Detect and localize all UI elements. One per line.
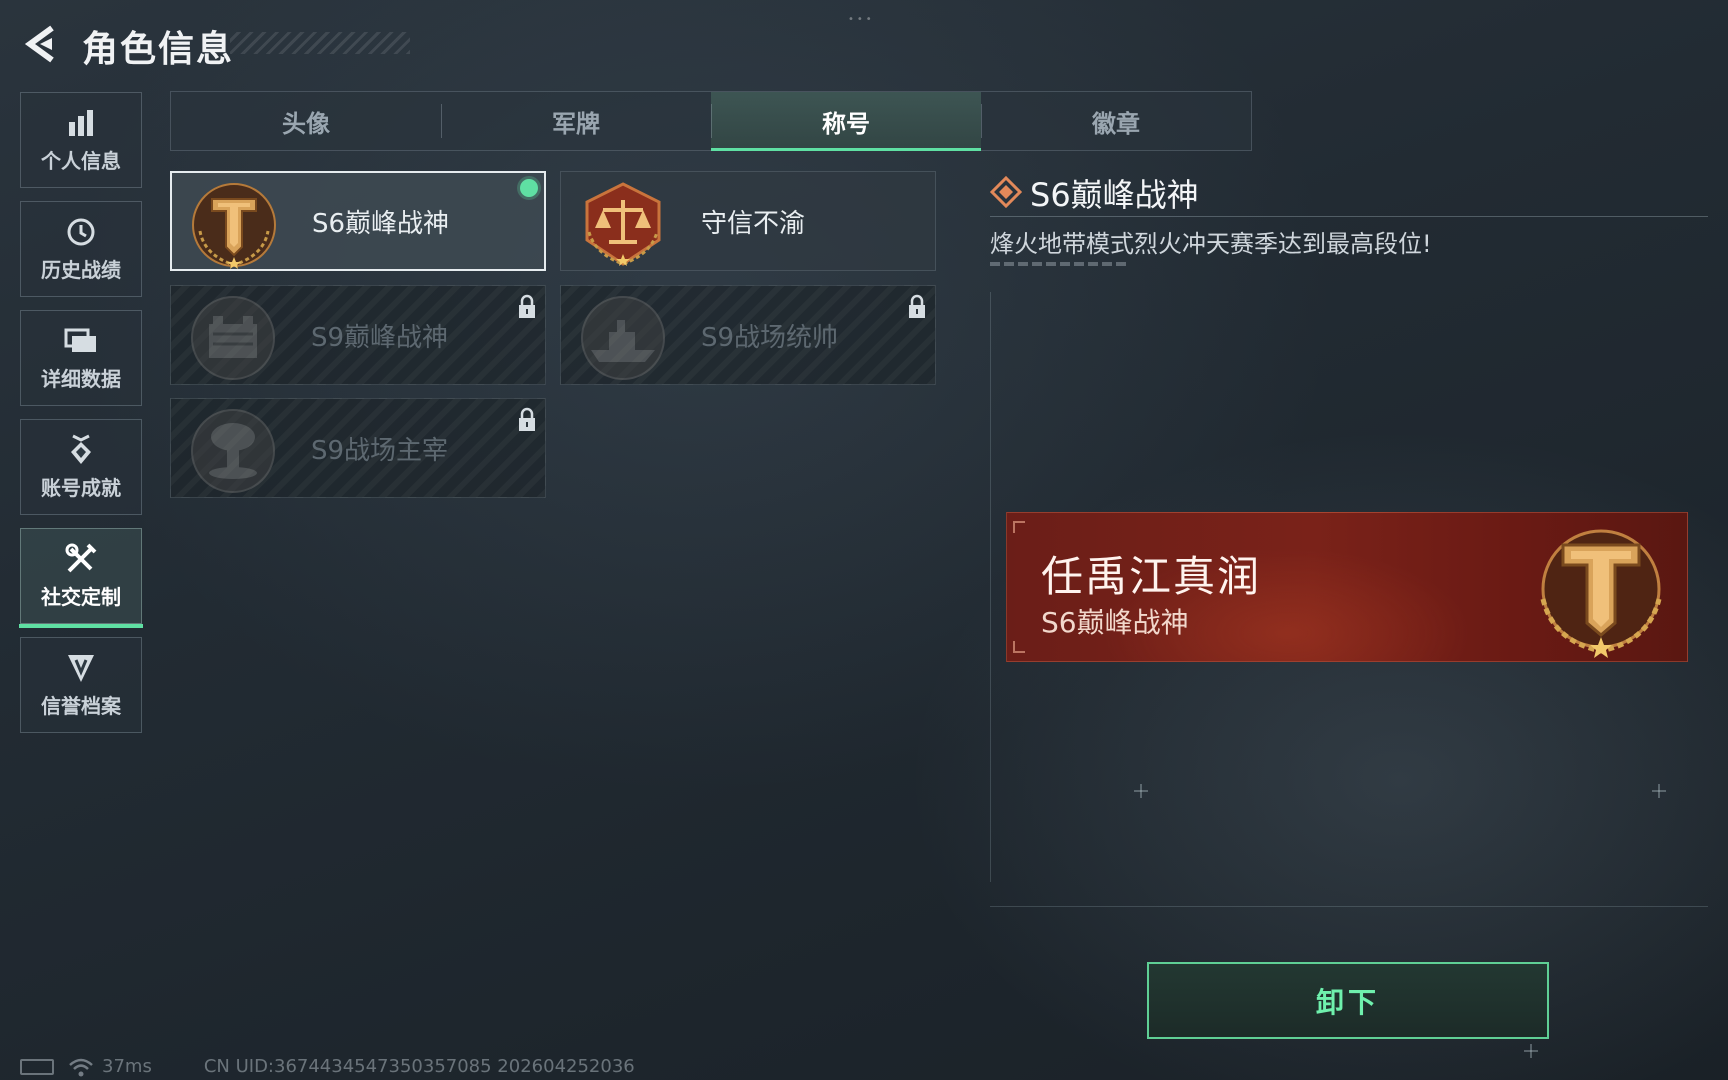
sidebar-nav: 个人信息 历史战绩 详细数据 账号成就 社交定制 信誉档案: [19, 92, 144, 746]
lock-icon: [519, 407, 535, 431]
sidebar-item-label: 信誉档案: [41, 693, 121, 718]
title-card-s9-battlefield-ruler[interactable]: S9战场主宰: [170, 398, 546, 498]
title-card-s6-peak-warrior[interactable]: S6巅峰战神: [170, 171, 546, 271]
detail-title: S6巅峰战神: [1030, 176, 1199, 214]
peak-warrior-emblem-icon: [1540, 529, 1662, 658]
category-tabs: 头像 军牌 称号 徽章: [170, 91, 1252, 151]
preview-frame-left: [990, 292, 991, 882]
diamond-title-icon: [990, 176, 1022, 208]
sidebar-item-achievements[interactable]: 账号成就: [20, 419, 142, 515]
fortress-emblem-icon: [191, 296, 275, 380]
mushroom-cloud-emblem-icon: [191, 409, 275, 493]
sidebar-item-detailed-data[interactable]: 详细数据: [20, 310, 142, 406]
title-card-keep-faith[interactable]: 守信不渝: [560, 171, 936, 271]
clock-history-icon: [64, 216, 98, 248]
title-name: S9战场主宰: [311, 435, 449, 466]
credit-shield-icon: [64, 652, 98, 684]
title-card-s9-peak-warrior[interactable]: S9巅峰战神: [170, 285, 546, 385]
uid-readout: CN UID:3674434547350357085 202604252036: [203, 1056, 635, 1077]
sidebar-item-label: 历史战绩: [41, 257, 121, 282]
detail-divider: [990, 216, 1708, 217]
crosshair-decoration: [1652, 784, 1666, 798]
page-title: 角色信息: [82, 29, 235, 70]
detail-description: 烽火地带模式烈火冲天赛季达到最高段位!: [990, 230, 1432, 258]
nameplate-player-name: 任禹江真润: [1041, 552, 1262, 601]
tools-icon: [64, 543, 98, 575]
unequip-button[interactable]: 卸下: [1147, 962, 1549, 1039]
title-card-s9-battlefield-commander[interactable]: S9战场统帅: [560, 285, 936, 385]
title-name: S9战场统帅: [701, 322, 839, 353]
nameplate-corner: [1013, 521, 1025, 533]
title-name: S6巅峰战神: [312, 208, 450, 239]
title-name: 守信不渝: [701, 208, 806, 239]
lock-icon: [519, 294, 535, 318]
tab-title[interactable]: 称号: [711, 92, 981, 151]
sidebar-item-label: 详细数据: [41, 366, 121, 391]
sidebar-item-label: 账号成就: [41, 475, 121, 500]
equipped-indicator: [520, 179, 538, 197]
warship-emblem-icon: [581, 296, 665, 380]
status-bar: 37ms CN UID:3674434547350357085 20260425…: [20, 1056, 635, 1077]
top-dots-decoration: •••: [848, 14, 875, 25]
tab-badge[interactable]: 徽章: [981, 92, 1251, 150]
title-name: S9巅峰战神: [311, 322, 449, 353]
detail-dash-decoration: [990, 262, 1126, 266]
lock-icon: [909, 294, 925, 318]
sidebar-item-social-custom[interactable]: 社交定制: [19, 528, 143, 628]
sidebar-item-credit-record[interactable]: 信誉档案: [20, 637, 142, 733]
ping-readout: 37ms: [102, 1056, 152, 1077]
peak-warrior-emblem-icon: [192, 183, 276, 269]
sidebar-item-personal-info[interactable]: 个人信息: [20, 92, 142, 188]
back-arrow-icon[interactable]: [22, 24, 60, 64]
bar-chart-icon: [64, 107, 98, 139]
folder-stack-icon: [64, 325, 98, 357]
scales-justice-emblem-icon: [585, 182, 661, 266]
tab-dog-tag[interactable]: 军牌: [441, 92, 711, 150]
nameplate-corner: [1013, 641, 1025, 653]
preview-frame-bottom: [990, 906, 1708, 907]
sidebar-item-history[interactable]: 历史战绩: [20, 201, 142, 297]
wifi-icon: [69, 1058, 93, 1076]
tab-avatar[interactable]: 头像: [171, 92, 441, 150]
sidebar-item-label: 个人信息: [41, 148, 121, 173]
achievement-badge-icon: [64, 434, 98, 466]
crosshair-decoration: [1524, 1044, 1538, 1058]
nameplate-preview: 任禹江真润 S6巅峰战神: [1006, 512, 1688, 662]
sidebar-item-label: 社交定制: [41, 584, 121, 609]
battery-icon: [20, 1058, 54, 1075]
crosshair-decoration: [1134, 784, 1148, 798]
title-hatch-decoration: [230, 32, 410, 54]
nameplate-title: S6巅峰战神: [1041, 606, 1189, 639]
